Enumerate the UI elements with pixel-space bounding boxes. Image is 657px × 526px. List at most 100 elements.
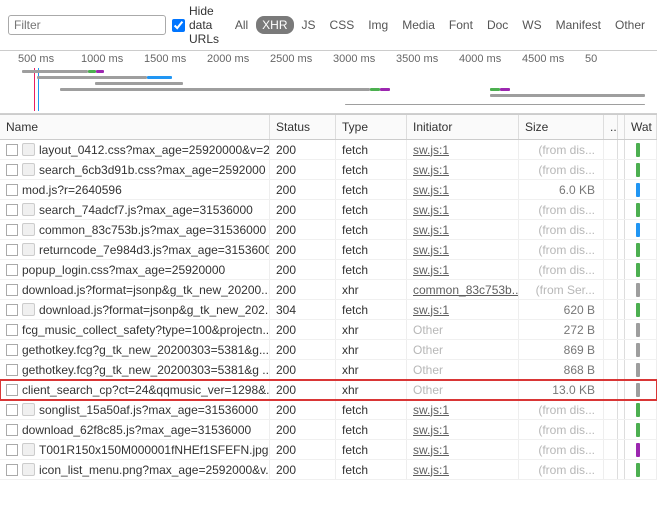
row-checkbox[interactable] [6, 344, 18, 356]
timeline-tick: 1500 ms [144, 53, 207, 65]
request-type: fetch [336, 300, 407, 319]
timeline-marker [38, 68, 39, 111]
row-checkbox[interactable] [6, 244, 18, 256]
row-checkbox[interactable] [6, 184, 18, 196]
file-icon [22, 223, 35, 236]
request-name: fcg_music_collect_safety?type=100&projec… [22, 323, 270, 337]
row-waterfall [625, 160, 657, 179]
request-size: 6.0 KB [519, 180, 604, 199]
request-type: xhr [336, 380, 407, 399]
filter-tab-js[interactable]: JS [296, 16, 322, 34]
request-initiator[interactable]: sw.js:1 [413, 183, 449, 197]
timeline-bar [95, 82, 183, 85]
network-request-row[interactable]: common_83c753b.js?max_age=31536000200fet… [0, 220, 657, 240]
row-checkbox[interactable] [6, 384, 18, 396]
network-request-row[interactable]: fcg_music_collect_safety?type=100&projec… [0, 320, 657, 340]
network-request-row[interactable]: client_search_cp?ct=24&qqmusic_ver=1298&… [0, 380, 657, 400]
network-request-row[interactable]: download.js?format=jsonp&g_tk_new_202...… [0, 300, 657, 320]
request-size: (from dis... [519, 200, 604, 219]
request-type: fetch [336, 220, 407, 239]
request-size: (from dis... [519, 220, 604, 239]
row-checkbox[interactable] [6, 464, 18, 476]
row-checkbox[interactable] [6, 404, 18, 416]
filter-tab-font[interactable]: Font [443, 16, 479, 34]
file-icon [22, 403, 35, 416]
col-initiator[interactable]: Initiator [407, 115, 519, 139]
filter-tab-all[interactable]: All [229, 16, 254, 34]
col-type[interactable]: Type [336, 115, 407, 139]
row-checkbox[interactable] [6, 304, 18, 316]
network-table: Name Status Type Initiator Size ... Wat … [0, 114, 657, 480]
network-request-row[interactable]: layout_0412.css?max_age=25920000&v=2...2… [0, 140, 657, 160]
network-request-row[interactable]: gethotkey.fcg?g_tk_new_20200303=5381&g .… [0, 360, 657, 380]
request-initiator[interactable]: sw.js:1 [413, 263, 449, 277]
filter-tab-manifest[interactable]: Manifest [550, 16, 607, 34]
request-initiator[interactable]: sw.js:1 [413, 143, 449, 157]
row-more [604, 420, 618, 439]
col-size[interactable]: Size [519, 115, 604, 139]
network-request-row[interactable]: T001R150x150M000001fNHEf1SFEFN.jpg?...20… [0, 440, 657, 460]
hide-data-urls-checkbox[interactable]: Hide data URLs [172, 4, 223, 46]
col-waterfall[interactable]: Wat [625, 115, 657, 139]
row-checkbox[interactable] [6, 164, 18, 176]
request-name: download.js?format=jsonp&g_tk_new_20200.… [22, 283, 270, 297]
row-more [604, 300, 618, 319]
row-checkbox[interactable] [6, 324, 18, 336]
row-waterfall [625, 440, 657, 459]
request-initiator[interactable]: sw.js:1 [413, 163, 449, 177]
row-checkbox[interactable] [6, 204, 18, 216]
row-checkbox[interactable] [6, 444, 18, 456]
filter-tab-img[interactable]: Img [362, 16, 394, 34]
filter-tab-media[interactable]: Media [396, 16, 441, 34]
request-status: 200 [270, 280, 336, 299]
request-initiator[interactable]: sw.js:1 [413, 423, 449, 437]
network-request-row[interactable]: mod.js?r=2640596200fetchsw.js:16.0 KB [0, 180, 657, 200]
request-initiator[interactable]: sw.js:1 [413, 303, 449, 317]
request-initiator[interactable]: sw.js:1 [413, 223, 449, 237]
network-request-row[interactable]: search_6cb3d91b.css?max_age=2592000200fe… [0, 160, 657, 180]
request-name: popup_login.css?max_age=25920000 [22, 263, 225, 277]
request-initiator[interactable]: sw.js:1 [413, 203, 449, 217]
row-checkbox[interactable] [6, 144, 18, 156]
filter-tab-other[interactable]: Other [609, 16, 651, 34]
network-request-row[interactable]: search_74adcf7.js?max_age=31536000200fet… [0, 200, 657, 220]
network-request-row[interactable]: popup_login.css?max_age=25920000200fetch… [0, 260, 657, 280]
timeline-tick: 2500 ms [270, 53, 333, 65]
col-more[interactable]: ... [604, 115, 618, 139]
timeline-overview[interactable]: 500 ms1000 ms1500 ms2000 ms2500 ms3000 m… [0, 51, 657, 114]
row-checkbox[interactable] [6, 364, 18, 376]
request-size: 869 B [519, 340, 604, 359]
filter-input[interactable] [8, 15, 166, 35]
filter-tab-ws[interactable]: WS [516, 16, 547, 34]
row-checkbox[interactable] [6, 224, 18, 236]
request-initiator[interactable]: sw.js:1 [413, 403, 449, 417]
filter-tab-doc[interactable]: Doc [481, 16, 514, 34]
file-icon [22, 143, 35, 156]
filter-tab-css[interactable]: CSS [324, 16, 361, 34]
col-status[interactable]: Status [270, 115, 336, 139]
row-checkbox[interactable] [6, 284, 18, 296]
request-initiator[interactable]: sw.js:1 [413, 243, 449, 257]
network-request-row[interactable]: download.js?format=jsonp&g_tk_new_20200.… [0, 280, 657, 300]
network-request-row[interactable]: returncode_7e984d3.js?max_age=3153600020… [0, 240, 657, 260]
request-initiator[interactable]: sw.js:1 [413, 443, 449, 457]
filter-tab-xhr[interactable]: XHR [256, 16, 293, 34]
col-name[interactable]: Name [0, 115, 270, 139]
request-initiator[interactable]: sw.js:1 [413, 463, 449, 477]
row-more [604, 400, 618, 419]
network-request-row[interactable]: songlist_15a50af.js?max_age=31536000200f… [0, 400, 657, 420]
request-name: download.js?format=jsonp&g_tk_new_202... [39, 303, 270, 317]
row-waterfall [625, 180, 657, 199]
row-waterfall [625, 260, 657, 279]
row-checkbox[interactable] [6, 264, 18, 276]
request-name: common_83c753b.js?max_age=31536000 [39, 223, 266, 237]
request-size: (from dis... [519, 260, 604, 279]
request-name: icon_list_menu.png?max_age=2592000&v... [39, 463, 270, 477]
network-request-row[interactable]: icon_list_menu.png?max_age=2592000&v...2… [0, 460, 657, 480]
network-request-row[interactable]: download_62f8c85.js?max_age=31536000200f… [0, 420, 657, 440]
row-checkbox[interactable] [6, 424, 18, 436]
request-initiator[interactable]: common_83c753b... [413, 283, 519, 297]
hide-data-urls-box[interactable] [172, 19, 185, 32]
row-more [604, 160, 618, 179]
network-request-row[interactable]: gethotkey.fcg?g_tk_new_20200303=5381&g..… [0, 340, 657, 360]
